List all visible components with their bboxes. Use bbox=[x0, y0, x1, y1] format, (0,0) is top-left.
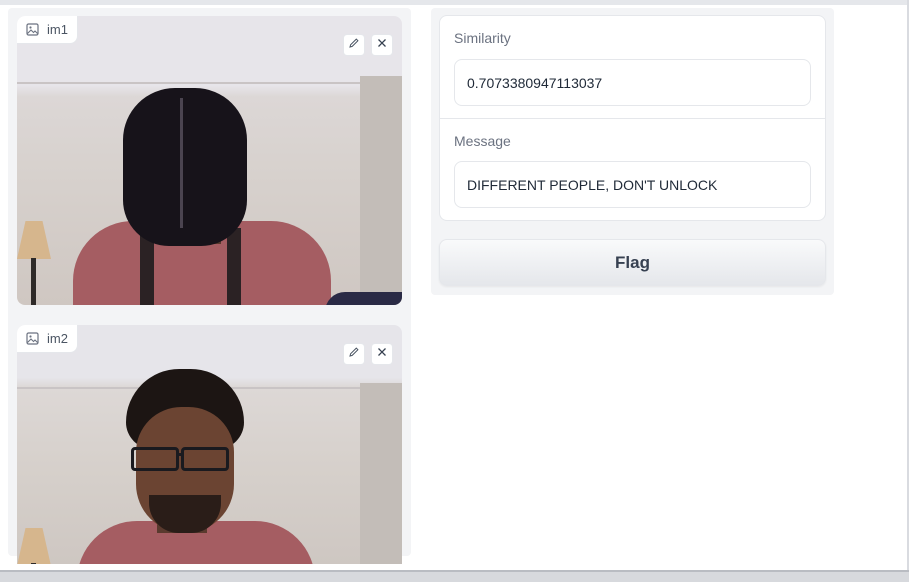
message-textbox[interactable]: DIFFERENT PEOPLE, DON'T UNLOCK bbox=[454, 161, 811, 208]
image-label-badge: im1 bbox=[17, 16, 78, 44]
close-icon bbox=[376, 36, 388, 54]
outputs-column: Similarity 0.7073380947113037 Message DI… bbox=[431, 8, 834, 295]
image-icon bbox=[26, 23, 39, 36]
message-label: Message bbox=[454, 133, 511, 149]
edit-image-button[interactable] bbox=[343, 34, 365, 56]
window-bottom-edge bbox=[0, 570, 909, 582]
message-field: Message DIFFERENT PEOPLE, DON'T UNLOCK bbox=[440, 119, 825, 220]
photo-masked-person bbox=[17, 16, 402, 305]
similarity-textbox[interactable]: 0.7073380947113037 bbox=[454, 59, 811, 106]
image-label-text: im1 bbox=[47, 22, 68, 37]
pencil-icon bbox=[348, 36, 360, 54]
edit-image-button[interactable] bbox=[343, 343, 365, 365]
similarity-field: Similarity 0.7073380947113037 bbox=[440, 16, 825, 119]
image-input-im1[interactable]: im1 bbox=[17, 16, 402, 305]
clear-image-button[interactable] bbox=[371, 34, 393, 56]
close-icon bbox=[376, 345, 388, 363]
top-divider bbox=[0, 0, 909, 5]
image-label-text: im2 bbox=[47, 331, 68, 346]
image-input-im2[interactable]: im2 bbox=[17, 325, 402, 564]
outputs-card: Similarity 0.7073380947113037 Message DI… bbox=[439, 15, 826, 221]
pencil-icon bbox=[348, 345, 360, 363]
clear-image-button[interactable] bbox=[371, 343, 393, 365]
image-label-badge: im2 bbox=[17, 325, 78, 353]
flag-button[interactable]: Flag bbox=[439, 239, 826, 286]
similarity-label: Similarity bbox=[454, 30, 511, 46]
image-inputs-column: im1 im2 bbox=[8, 8, 411, 564]
image-icon bbox=[26, 332, 39, 345]
